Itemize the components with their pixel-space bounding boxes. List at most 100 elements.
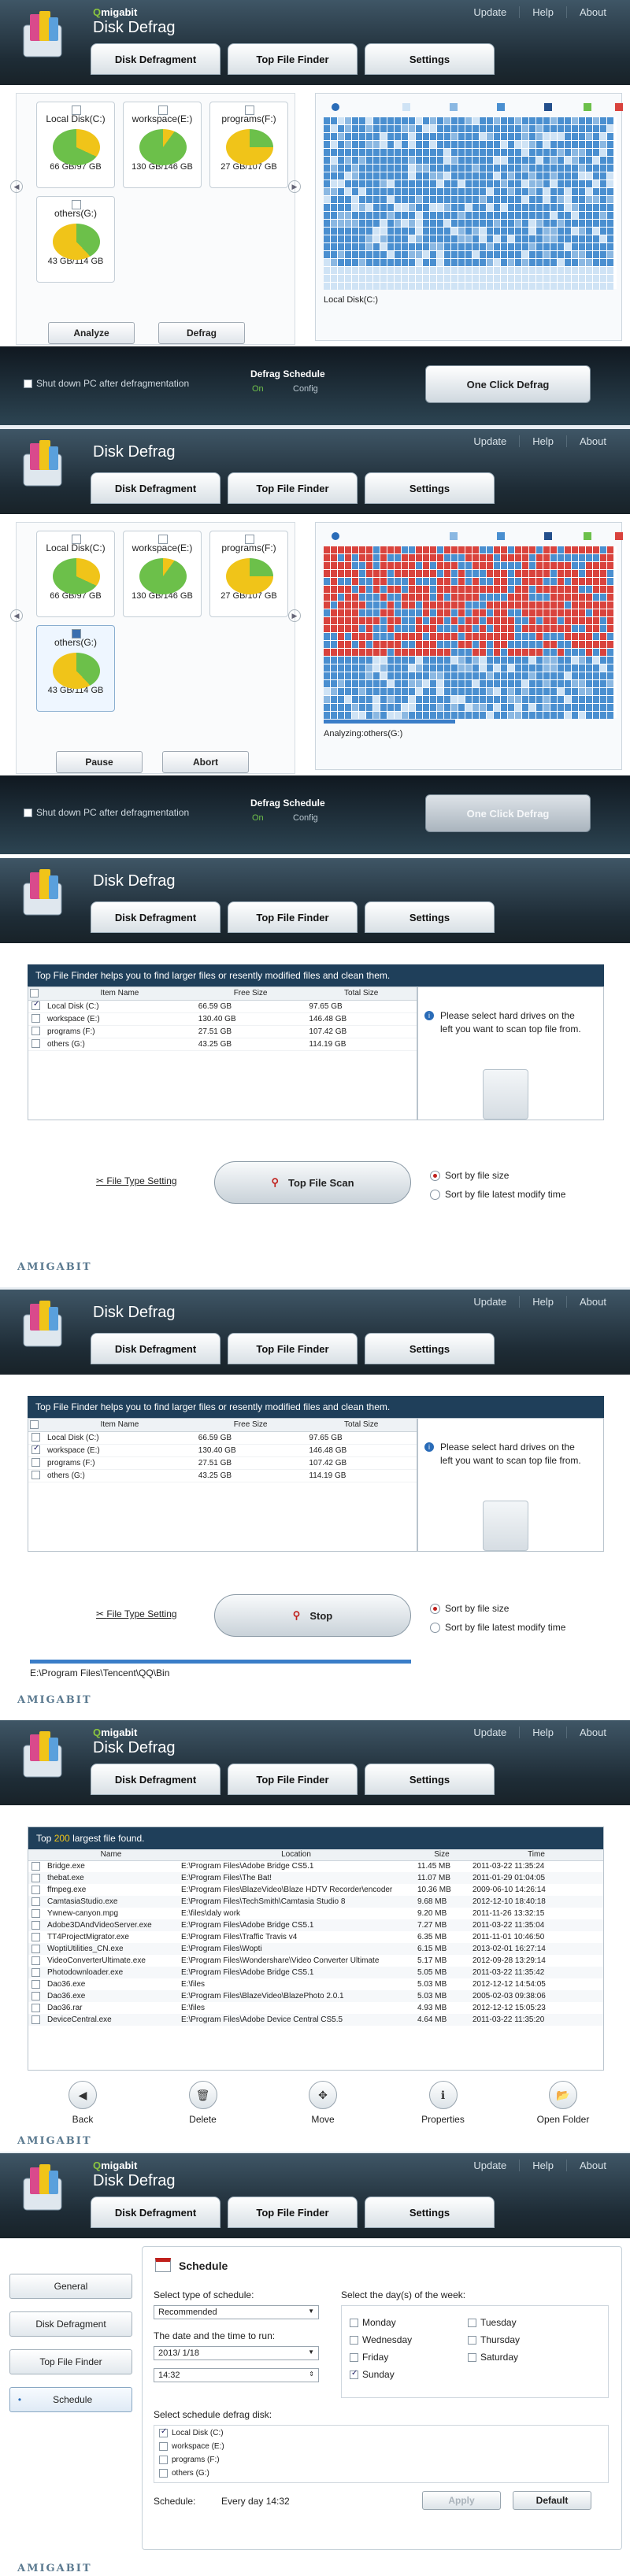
drive-card-g[interactable]: others(G:) 43 GB/114 GB <box>36 196 115 283</box>
col-total-size[interactable]: Total Size <box>306 987 417 1001</box>
row-checkbox-cell[interactable] <box>28 1908 44 1919</box>
tab-settings[interactable]: Settings <box>365 1764 495 1795</box>
row-checkbox[interactable] <box>32 2003 40 2012</box>
menu-update[interactable]: Update <box>461 2160 519 2171</box>
one-click-defrag-button[interactable]: One Click Defrag <box>425 365 591 403</box>
tab-disk-defragment[interactable]: Disk Defragment <box>91 901 220 933</box>
row-checkbox-checked[interactable] <box>32 1444 40 1455</box>
row-checkbox[interactable] <box>32 1956 40 1965</box>
drive-checkbox[interactable] <box>245 105 254 115</box>
tab-disk-defragment[interactable]: Disk Defragment <box>91 472 220 504</box>
day-thursday[interactable]: Thursday <box>468 2334 520 2345</box>
row-checkbox[interactable] <box>32 1991 40 2000</box>
tab-top-file-finder[interactable]: Top File Finder <box>228 43 358 75</box>
row-checkbox[interactable] <box>32 1862 40 1871</box>
drive-card-c[interactable]: Local Disk(C:) 66 GB/97 GB <box>36 531 115 617</box>
shutdown-checkbox[interactable] <box>24 379 32 389</box>
tab-disk-defragment[interactable]: Disk Defragment <box>91 43 220 75</box>
sort-by-size-option[interactable]: Sort by file size <box>430 1603 509 1615</box>
tab-settings[interactable]: Settings <box>365 901 495 933</box>
file-type-setting-link[interactable]: ✂ File Type Setting <box>96 1608 177 1619</box>
row-checkbox-cell[interactable] <box>28 1896 44 1908</box>
shutdown-option[interactable]: Shut down PC after defragmentation <box>24 807 189 818</box>
menu-about[interactable]: About <box>566 435 619 447</box>
table-row[interactable]: Dao36.exe E:\files 5.03 MB 2012-12-12 14:54… <box>28 1978 603 1990</box>
row-checkbox-cell[interactable] <box>28 1931 44 1943</box>
drive-card-f[interactable]: programs(F:) 27 GB/107 GB <box>209 531 288 617</box>
day-checkbox[interactable] <box>350 2336 358 2345</box>
day-tuesday[interactable]: Tuesday <box>468 2317 517 2328</box>
select-all-header[interactable] <box>28 987 44 1001</box>
time-spinner[interactable]: 14:32 ⇕ <box>154 2368 319 2382</box>
row-checkbox[interactable] <box>32 2015 40 2024</box>
table-row[interactable]: Bridge.exe E:\Program Files\Adobe Bridge … <box>28 1860 603 1872</box>
properties-button[interactable]: ℹ Properties <box>408 2081 479 2125</box>
tab-disk-defragment[interactable]: Disk Defragment <box>91 2197 220 2228</box>
disk-option-e[interactable]: workspace (E:) <box>159 2442 224 2451</box>
drive-checkbox[interactable] <box>72 105 81 115</box>
radio-selected[interactable] <box>430 1171 440 1182</box>
sort-by-size-option[interactable]: Sort by file size <box>430 1170 509 1182</box>
drive-checkbox[interactable] <box>245 535 254 544</box>
menu-help[interactable]: Help <box>519 2160 566 2171</box>
table-row[interactable]: Photodownloader.exe E:\Program Files\Adob… <box>28 1967 603 1978</box>
drive-card-e[interactable]: workspace(E:) 130 GB/146 GB <box>123 531 202 617</box>
row-checkbox[interactable] <box>32 1932 40 1941</box>
row-checkbox[interactable] <box>32 1908 40 1918</box>
row-checkbox-cell[interactable] <box>28 1919 44 1931</box>
menu-update[interactable]: Update <box>461 1296 519 1308</box>
table-row[interactable]: Dao36.rar E:\files 4.93 MB 2012-12-12 15:05… <box>28 2002 603 2014</box>
menu-about[interactable]: About <box>566 1727 619 1738</box>
row-checkbox-cell[interactable] <box>28 2014 44 2026</box>
table-row[interactable]: Local Disk (C:)66.59 GB97.65 GB <box>28 1431 417 1445</box>
info-icon[interactable] <box>332 532 339 540</box>
tab-top-file-finder[interactable]: Top File Finder <box>228 1333 358 1364</box>
schedule-config-link[interactable]: Config <box>293 384 318 394</box>
back-button[interactable]: ◀ Back <box>47 2081 118 2125</box>
scroll-right-arrow-icon[interactable]: ▶ <box>288 609 301 622</box>
col-time[interactable]: Time <box>469 1849 603 1861</box>
day-checkbox[interactable] <box>350 2319 358 2328</box>
row-checkbox-cell[interactable] <box>28 1978 44 1990</box>
day-monday[interactable]: Monday <box>350 2317 396 2328</box>
shutdown-checkbox[interactable] <box>24 809 32 818</box>
menu-help[interactable]: Help <box>519 1296 566 1308</box>
tab-top-file-finder[interactable]: Top File Finder <box>228 2197 358 2228</box>
drive-checkbox[interactable] <box>158 105 168 115</box>
select-all-header[interactable] <box>28 1849 44 1861</box>
row-checkbox[interactable] <box>32 1014 40 1023</box>
tab-top-file-finder[interactable]: Top File Finder <box>228 1764 358 1795</box>
apply-button[interactable]: Apply <box>422 2491 501 2510</box>
tab-settings[interactable]: Settings <box>365 1333 495 1364</box>
tab-disk-defragment[interactable]: Disk Defragment <box>91 1764 220 1795</box>
col-size[interactable]: Size <box>414 1849 469 1861</box>
table-row[interactable]: ffmpeg.exe E:\Program Files\BlazeVideo\Bl… <box>28 1884 603 1896</box>
tab-settings[interactable]: Settings <box>365 2197 495 2228</box>
row-checkbox-cell[interactable] <box>28 1990 44 2002</box>
disk-checkbox[interactable] <box>159 2456 168 2464</box>
file-type-setting-link[interactable]: ✂ File Type Setting <box>96 1175 177 1186</box>
menu-update[interactable]: Update <box>461 435 519 447</box>
disk-checkbox[interactable] <box>159 2442 168 2451</box>
table-row[interactable]: DeviceCentral.exe E:\Program Files\Adobe … <box>28 2014 603 2026</box>
table-row[interactable]: others (G:) 43.25 GB 114.19 GB <box>28 1038 417 1051</box>
disk-option-f[interactable]: programs (F:) <box>159 2456 220 2464</box>
day-friday[interactable]: Friday <box>350 2352 388 2363</box>
scroll-left-arrow-icon[interactable]: ◀ <box>10 609 23 622</box>
table-row[interactable]: programs (F:) 27.51 GB 107.42 GB <box>28 1456 417 1470</box>
table-row[interactable]: Adobe3DAndVideoServer.exe E:\Program File… <box>28 1919 603 1931</box>
col-free-size[interactable]: Free Size <box>195 1419 306 1432</box>
day-checkbox[interactable] <box>468 2319 476 2328</box>
drive-checkbox[interactable] <box>72 200 81 209</box>
col-free-size[interactable]: Free Size <box>195 987 306 1001</box>
radio-selected[interactable] <box>430 1604 440 1615</box>
table-row[interactable]: WoptiUtilities_CN.exe E:\Program Files\Wo… <box>28 1943 603 1955</box>
drive-checkbox[interactable] <box>158 535 168 544</box>
row-checkbox-cell[interactable] <box>28 1943 44 1955</box>
tab-disk-defragment[interactable]: Disk Defragment <box>91 1333 220 1364</box>
radio-unselected[interactable] <box>430 1623 440 1634</box>
row-checkbox[interactable] <box>32 1873 40 1882</box>
menu-about[interactable]: About <box>566 2160 619 2171</box>
stop-button[interactable]: ⚲ Stop <box>214 1594 411 1637</box>
row-checkbox-cell[interactable] <box>28 1967 44 1978</box>
